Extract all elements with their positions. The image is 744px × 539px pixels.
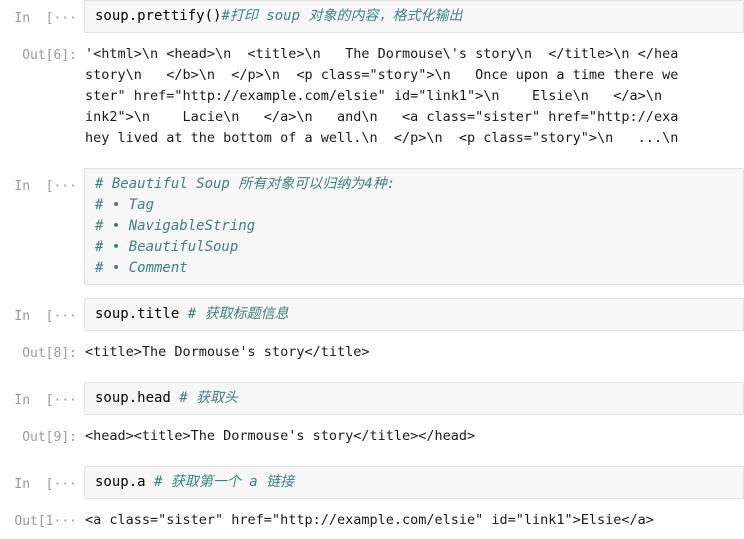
notebook-container: In [··· soup.prettify()#打印 soup 对象的内容，格式… [0,0,744,533]
code-editor-area[interactable]: soup.prettify()#打印 soup 对象的内容，格式化输出 [84,0,744,33]
cell-spacer [0,33,744,42]
code-editor-area[interactable]: soup.title # 获取标题信息 [84,298,744,331]
code-token: soup.a [95,474,155,490]
code-comment: # 获取头 [179,390,239,406]
notebook-cell-output: Out[8]: <title>The Dormouse's story</tit… [0,340,744,365]
code-line: soup.title # 获取标题信息 [95,304,739,325]
code-editor-area[interactable]: # Beautiful Soup 所有对象可以归纳为4种: # • Tag # … [84,168,744,285]
notebook-cell-input[interactable]: In [··· # Beautiful Soup 所有对象可以归纳为4种: # … [0,168,744,285]
code-line: soup.a # 获取第一个 a 链接 [95,472,739,493]
output-text-area: <head><title>The Dormouse's story</title… [84,424,744,449]
cell-spacer [0,151,744,168]
output-line: hey lived at the bottom of a well.\n </p… [85,130,679,146]
notebook-cell-output: Out[6]: '<html>\n <head>\n <title>\n The… [0,42,744,151]
notebook-cell-input[interactable]: In [··· soup.a # 获取第一个 a 链接 [0,466,744,499]
code-comment: # • BeautifulSoup [95,239,239,255]
output-text-area: '<html>\n <head>\n <title>\n The Dormous… [84,42,744,151]
output-line: ster" href="http://example.com/elsie" id… [85,88,663,104]
notebook-cell-input[interactable]: In [··· soup.prettify()#打印 soup 对象的内容，格式… [0,0,744,33]
output-prompt-label: Out[6]: [22,48,77,63]
cell-spacer [0,331,744,340]
output-text-area: <title>The Dormouse's story</title> [84,340,744,365]
input-prompt-label: In [··· [14,477,77,492]
input-prompt-label: In [··· [14,11,77,26]
code-line: soup.head # 获取头 [95,388,739,409]
cell-spacer [0,285,744,298]
code-comment: # • Comment [95,260,188,276]
code-token: soup.head [95,390,180,406]
notebook-cell-input[interactable]: In [··· soup.head # 获取头 [0,382,744,415]
input-prompt-label: In [··· [14,179,77,194]
code-editor-area[interactable]: soup.head # 获取头 [84,382,744,415]
cell-spacer [0,499,744,508]
cell-spacer [0,365,744,382]
input-prompt-label: In [··· [14,393,77,408]
output-prompt-label: Out[8]: [22,346,77,361]
code-token: soup.prettify() [95,8,222,24]
code-comment: # • NavigableString [95,218,256,234]
output-line: story\n </b>\n </p>\n <p class="story">\… [85,67,679,83]
code-comment: #打印 soup 对象的内容，格式化输出 [221,8,463,24]
output-line: <title>The Dormouse's story</title> [85,344,370,360]
input-prompt-label: In [··· [14,309,77,324]
output-line: <head><title>The Dormouse's story</title… [85,428,476,444]
output-prompt-label: Out[1··· [14,514,77,529]
output-line: '<html>\n <head>\n <title>\n The Dormous… [85,46,679,62]
code-line: soup.prettify()#打印 soup 对象的内容，格式化输出 [95,6,739,27]
code-comment: # Beautiful Soup 所有对象可以归纳为4种: [95,176,396,192]
code-comment: # • Tag [95,197,155,213]
code-comment: # 获取第一个 a 链接 [154,474,295,490]
output-text-area: <a class="sister" href="http://example.c… [84,508,744,533]
code-token: soup.title [95,306,188,322]
cell-spacer [0,449,744,466]
notebook-cell-input[interactable]: In [··· soup.title # 获取标题信息 [0,298,744,331]
output-line: <a class="sister" href="http://example.c… [85,512,654,528]
output-line: ink2">\n Lacie\n </a>\n and\n <a class="… [85,109,679,125]
code-editor-area[interactable]: soup.a # 获取第一个 a 链接 [84,466,744,499]
output-prompt-label: Out[9]: [22,430,77,445]
cell-spacer [0,415,744,424]
notebook-cell-output: Out[1··· <a class="sister" href="http://… [0,508,744,533]
code-comment: # 获取标题信息 [187,306,289,322]
notebook-cell-output: Out[9]: <head><title>The Dormouse's stor… [0,424,744,449]
